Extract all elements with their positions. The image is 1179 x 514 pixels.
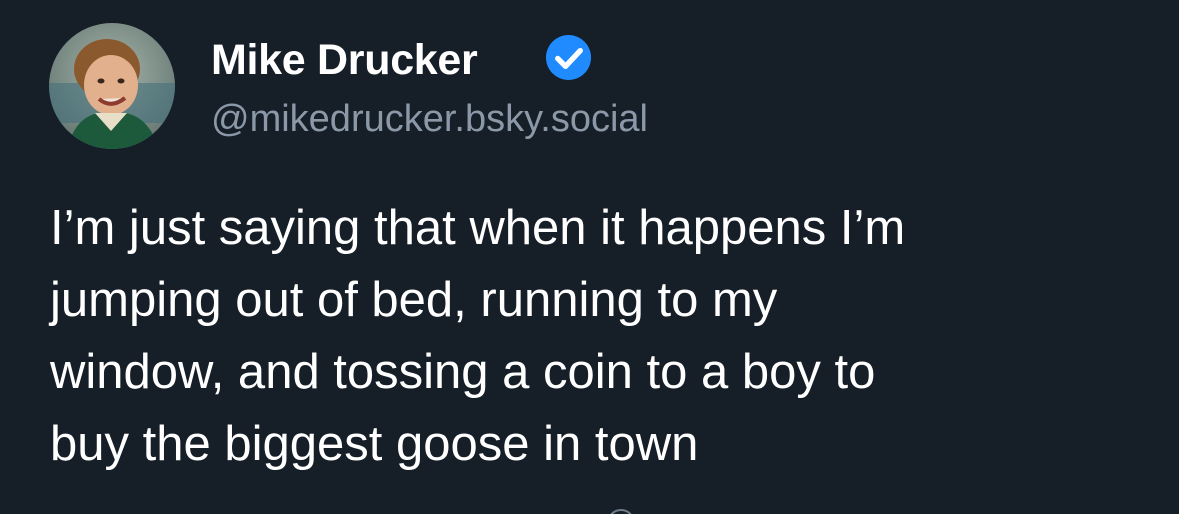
- post-text-line: jumping out of bed, running to my: [50, 273, 778, 327]
- post-text-line: window, and tossing a coin to a boy to: [50, 345, 876, 399]
- author-name[interactable]: Mike Drucker: [211, 34, 478, 86]
- author-handle[interactable]: @mikedrucker.bsky.social: [211, 95, 648, 143]
- child-portrait-avatar-icon: [49, 23, 175, 149]
- partial-icon: [607, 509, 635, 514]
- author-avatar[interactable]: [49, 23, 175, 149]
- verified-badge-icon: [545, 34, 592, 81]
- post-text-line: I’m just saying that when it happens I’m: [50, 201, 906, 255]
- post-card: Mike Drucker @mikedrucker.bsky.social I’…: [0, 0, 1179, 514]
- post-text: I’m just saying that when it happens I’m…: [50, 192, 1140, 480]
- post-text-line: buy the biggest goose in town: [50, 417, 699, 471]
